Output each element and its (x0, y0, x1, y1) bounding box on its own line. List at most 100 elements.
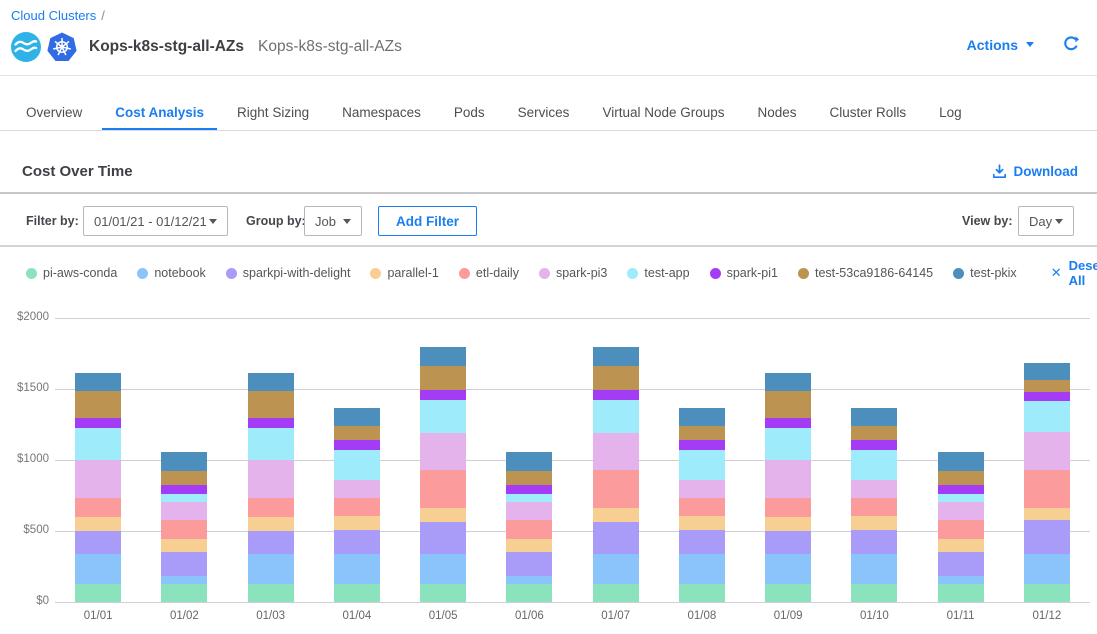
stacked-bar-01-08[interactable] (679, 408, 725, 602)
bar-segment-etl-daily[interactable] (420, 470, 466, 508)
date-range-select[interactable]: 01/01/21 - 01/12/21 (83, 206, 228, 236)
tab-overview[interactable]: Overview (13, 96, 95, 131)
bar-segment-pi-aws-conda[interactable] (161, 584, 207, 602)
bar-segment-test-53ca9186-64145[interactable] (506, 471, 552, 485)
legend-item-test-pkix[interactable]: test-pkix (953, 266, 1017, 280)
bar-segment-test-pkix[interactable] (938, 452, 984, 470)
bar-segment-etl-daily[interactable] (679, 498, 725, 516)
legend-item-notebook[interactable]: notebook (137, 266, 205, 280)
breadcrumb-link-cloud-clusters[interactable]: Cloud Clusters (11, 8, 96, 23)
download-button[interactable]: Download (992, 164, 1079, 179)
bar-segment-test-app[interactable] (593, 400, 639, 433)
bar-segment-sparkpi-with-delight[interactable] (765, 531, 811, 554)
stacked-bar-01-04[interactable] (334, 408, 380, 602)
tab-log[interactable]: Log (926, 96, 975, 131)
bar-segment-test-app[interactable] (679, 450, 725, 480)
add-filter-button[interactable]: Add Filter (378, 206, 477, 236)
bar-segment-spark-pi3[interactable] (593, 433, 639, 470)
bar-segment-test-53ca9186-64145[interactable] (765, 391, 811, 418)
bar-segment-parallel-1[interactable] (506, 539, 552, 552)
bar-segment-test-53ca9186-64145[interactable] (938, 471, 984, 485)
bar-segment-parallel-1[interactable] (248, 517, 294, 531)
stacked-bar-01-09[interactable] (765, 373, 811, 602)
legend-item-test-app[interactable]: test-app (627, 266, 689, 280)
legend-item-test-53ca9186-64145[interactable]: test-53ca9186-64145 (798, 266, 933, 280)
bar-segment-test-53ca9186-64145[interactable] (248, 391, 294, 418)
bar-segment-spark-pi3[interactable] (248, 460, 294, 498)
bar-segment-etl-daily[interactable] (938, 520, 984, 538)
bar-segment-spark-pi1[interactable] (938, 485, 984, 494)
bar-segment-test-pkix[interactable] (765, 373, 811, 391)
tab-nodes[interactable]: Nodes (745, 96, 810, 131)
legend-item-pi-aws-conda[interactable]: pi-aws-conda (26, 266, 117, 280)
bar-segment-sparkpi-with-delight[interactable] (593, 522, 639, 554)
bar-segment-pi-aws-conda[interactable] (1024, 584, 1070, 602)
bar-segment-test-53ca9186-64145[interactable] (1024, 380, 1070, 392)
legend-item-etl-daily[interactable]: etl-daily (459, 266, 519, 280)
bar-segment-test-app[interactable] (1024, 401, 1070, 432)
deselect-all-button[interactable]: ✕Deselect All (1051, 258, 1097, 288)
bar-segment-sparkpi-with-delight[interactable] (75, 531, 121, 554)
bar-segment-notebook[interactable] (420, 554, 466, 584)
legend-item-spark-pi1[interactable]: spark-pi1 (710, 266, 778, 280)
tab-namespaces[interactable]: Namespaces (329, 96, 434, 131)
bar-segment-test-53ca9186-64145[interactable] (851, 426, 897, 440)
bar-segment-notebook[interactable] (1024, 554, 1070, 584)
bar-segment-test-pkix[interactable] (75, 373, 121, 391)
bar-segment-sparkpi-with-delight[interactable] (248, 531, 294, 554)
bar-segment-test-53ca9186-64145[interactable] (334, 426, 380, 440)
bar-segment-test-pkix[interactable] (248, 373, 294, 391)
bar-segment-spark-pi3[interactable] (938, 502, 984, 520)
bar-segment-spark-pi3[interactable] (506, 502, 552, 520)
bar-segment-spark-pi1[interactable] (248, 418, 294, 428)
bar-segment-spark-pi1[interactable] (161, 485, 207, 494)
stacked-bar-01-05[interactable] (420, 347, 466, 602)
bar-segment-notebook[interactable] (75, 554, 121, 584)
tab-pods[interactable]: Pods (441, 96, 498, 131)
bar-segment-notebook[interactable] (334, 554, 380, 584)
legend-item-spark-pi3[interactable]: spark-pi3 (539, 266, 607, 280)
stacked-bar-01-02[interactable] (161, 452, 207, 602)
bar-segment-parallel-1[interactable] (765, 517, 811, 531)
bar-segment-parallel-1[interactable] (679, 516, 725, 529)
bar-segment-test-app[interactable] (334, 450, 380, 480)
bar-segment-test-53ca9186-64145[interactable] (75, 391, 121, 418)
bar-segment-notebook[interactable] (851, 554, 897, 584)
bar-segment-etl-daily[interactable] (851, 498, 897, 516)
bar-segment-parallel-1[interactable] (420, 508, 466, 522)
bar-segment-test-53ca9186-64145[interactable] (593, 366, 639, 390)
bar-segment-parallel-1[interactable] (75, 517, 121, 531)
group-by-select[interactable]: Job (304, 206, 362, 236)
bar-segment-test-pkix[interactable] (334, 408, 380, 426)
bar-segment-etl-daily[interactable] (765, 498, 811, 517)
bar-segment-parallel-1[interactable] (334, 516, 380, 529)
bar-segment-test-pkix[interactable] (679, 408, 725, 426)
tab-cluster-rolls[interactable]: Cluster Rolls (817, 96, 920, 131)
bar-segment-spark-pi3[interactable] (334, 480, 380, 498)
bar-segment-sparkpi-with-delight[interactable] (938, 552, 984, 576)
stacked-bar-01-06[interactable] (506, 452, 552, 602)
bar-segment-parallel-1[interactable] (851, 516, 897, 529)
bar-segment-test-pkix[interactable] (506, 452, 552, 470)
bar-segment-test-pkix[interactable] (1024, 363, 1070, 380)
bar-segment-test-53ca9186-64145[interactable] (679, 426, 725, 440)
bar-segment-pi-aws-conda[interactable] (938, 584, 984, 602)
bar-segment-test-app[interactable] (938, 494, 984, 502)
bar-segment-spark-pi3[interactable] (765, 460, 811, 498)
bar-segment-pi-aws-conda[interactable] (420, 584, 466, 602)
bar-segment-spark-pi3[interactable] (75, 460, 121, 498)
bar-segment-test-app[interactable] (248, 428, 294, 460)
bar-segment-sparkpi-with-delight[interactable] (420, 522, 466, 554)
bar-segment-test-53ca9186-64145[interactable] (420, 366, 466, 390)
bar-segment-pi-aws-conda[interactable] (851, 584, 897, 602)
bar-segment-spark-pi1[interactable] (334, 440, 380, 450)
bar-segment-etl-daily[interactable] (506, 520, 552, 538)
bar-segment-parallel-1[interactable] (1024, 508, 1070, 520)
bar-segment-spark-pi3[interactable] (161, 502, 207, 520)
bar-segment-spark-pi3[interactable] (851, 480, 897, 498)
bar-segment-spark-pi3[interactable] (1024, 432, 1070, 470)
bar-segment-sparkpi-with-delight[interactable] (851, 530, 897, 554)
bar-segment-pi-aws-conda[interactable] (248, 584, 294, 602)
view-by-select[interactable]: Day (1018, 206, 1074, 236)
bar-segment-notebook[interactable] (506, 576, 552, 583)
